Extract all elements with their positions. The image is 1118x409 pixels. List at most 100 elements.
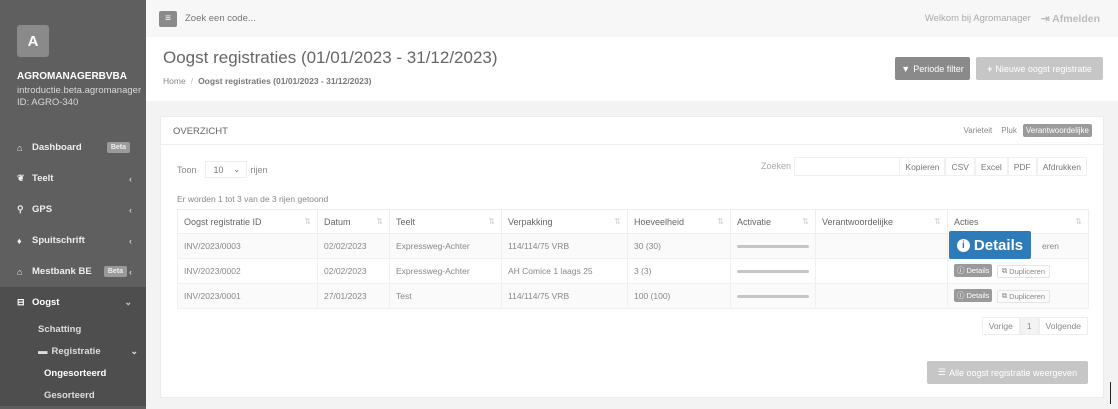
pdf-button[interactable]: PDF: [1007, 157, 1037, 176]
sort-icon: ⇅: [614, 217, 621, 226]
sidebar-item-label: Gesorteerd: [44, 389, 95, 401]
sidebar-item-label: Registratie: [51, 345, 101, 357]
table-header-row: Oogst registratie ID ⇅ Datum ⇅ Teelt ⇅ Verp…: [177, 209, 1089, 234]
column-header-hoeveelheid[interactable]: Hoeveelheid ⇅: [627, 209, 731, 234]
column-header-datum[interactable]: Datum ⇅: [317, 209, 390, 234]
cell-verpakking: AH Comice 1 laags 25: [501, 258, 628, 284]
duplicate-button-partial[interactable]: eren: [1042, 241, 1059, 251]
column-header-id[interactable]: Oogst registratie ID ⇅: [177, 209, 318, 234]
info-icon: ⓘ: [957, 266, 965, 276]
tab-pluk[interactable]: Pluk: [998, 124, 1020, 137]
cell-hoeveelheid: 30 (30): [627, 233, 731, 259]
pagination-previous[interactable]: Vorige: [981, 317, 1020, 335]
sidebar-item-gps[interactable]: ⚲ GPS ‹: [0, 194, 146, 225]
sort-icon: ⇅: [1075, 217, 1082, 226]
cell-hoeveelheid: 100 (100): [627, 283, 731, 309]
sidebar-item-label: Oogst: [32, 297, 60, 308]
top-bar: ≡ Welkom bij Agromanager ⇥ Afmelden: [146, 0, 1118, 37]
pagination-page-1[interactable]: 1: [1019, 317, 1039, 335]
column-header-teelt[interactable]: Teelt ⇅: [389, 209, 502, 234]
cell-activatie: [730, 258, 816, 284]
chevron-left-icon: ‹: [129, 173, 132, 184]
activation-bar: [737, 269, 809, 273]
code-search-input[interactable]: [185, 13, 385, 24]
cell-activatie: [730, 233, 816, 259]
pagination-next[interactable]: Volgende: [1038, 317, 1088, 335]
column-label: Oogst registratie ID: [184, 216, 262, 227]
cell-teelt: Expressweg-Achter: [389, 258, 502, 284]
sidebar-item-oogst[interactable]: ⊟ Oogst ⌄: [0, 287, 146, 318]
csv-button[interactable]: CSV: [945, 157, 975, 176]
details-button[interactable]: ⓘ Details: [954, 289, 993, 303]
sidebar-item-dashboard[interactable]: ⌂ Dashboard Beta: [0, 132, 146, 163]
cell-verantwoordelijke: [815, 283, 948, 309]
sidebar-item-ongesorteerd[interactable]: Ongesorteerd: [0, 362, 146, 384]
activation-bar: [737, 294, 809, 298]
breadcrumb-home[interactable]: Home: [163, 76, 186, 86]
page-title: Oogst registraties (01/01/2023 - 31/12/2…: [163, 48, 498, 67]
leaf-icon: ❦: [17, 173, 25, 183]
details-button-highlight[interactable]: i Details: [949, 231, 1031, 259]
sidebar-item-registratie[interactable]: ▬ Registratie ⌄: [0, 340, 146, 362]
details-label: Details: [966, 291, 990, 301]
sort-icon: ⇅: [488, 217, 495, 226]
view-tabs: Varieteit Pluk Verantwoordelijke: [961, 124, 1092, 137]
text-cursor: [1110, 382, 1111, 404]
sort-icon: ⇅: [304, 217, 311, 226]
chevron-left-icon: ‹: [129, 266, 132, 277]
logout-label: Afmelden: [1052, 12, 1100, 25]
sidebar-item-mestbank[interactable]: ⌂ Mestbank BE Beta ‹: [0, 256, 146, 287]
cell-verpakking: 114/114/75 VRB: [501, 233, 628, 259]
sort-icon: ⇅: [934, 217, 941, 226]
page-size-control: Toon 10 ⌄ rijen: [177, 161, 268, 178]
hamburger-icon: ≡: [165, 13, 171, 24]
period-filter-label: Periode filter: [913, 63, 964, 74]
page-size-select[interactable]: 10 ⌄: [204, 161, 247, 178]
excel-button[interactable]: Excel: [974, 157, 1008, 176]
panel-title: OVERZICHT: [173, 126, 228, 137]
column-header-acties[interactable]: Acties ⇅: [947, 209, 1089, 234]
tab-varieteit[interactable]: Varieteit: [961, 124, 996, 137]
duplicate-button[interactable]: ⧉ Dupliceren: [996, 289, 1051, 303]
print-button[interactable]: Afdrukken: [1036, 157, 1087, 176]
menu-toggle-button[interactable]: ≡: [159, 10, 177, 27]
details-button[interactable]: ⓘ Details: [954, 264, 993, 278]
sidebar-item-spuitschrift[interactable]: ♦ Spuitschrift ‹: [0, 225, 146, 256]
company-id: ID: AGRO-340: [17, 97, 79, 108]
beta-badge: Beta: [103, 266, 127, 277]
duplicate-button[interactable]: ⧉ Dupliceren: [996, 264, 1051, 278]
copy-button[interactable]: Kopieren: [899, 157, 946, 176]
cell-id: INV/2023/0003: [177, 233, 318, 259]
tab-verantwoordelijke[interactable]: Verantwoordelijke: [1022, 124, 1092, 137]
column-header-verpakking[interactable]: Verpakking ⇅: [501, 209, 628, 234]
table-info: Er worden 1 tot 3 van de 3 rijen getoond: [177, 194, 329, 204]
sort-icon: ⇅: [802, 217, 809, 226]
column-header-verantwoordelijke[interactable]: Verantwoordelijke ⇅: [815, 209, 948, 234]
table-row: INV/2023/0002 02/02/2023 Expressweg-Acht…: [177, 258, 1089, 284]
sidebar-item-teelt[interactable]: ❦ Teelt ‹: [0, 163, 146, 194]
folder-open-icon: ▬: [38, 345, 48, 357]
avatar[interactable]: A: [17, 25, 49, 57]
column-header-activatie[interactable]: Activatie ⇅: [730, 209, 816, 234]
column-label: Activatie: [737, 216, 772, 227]
logout-link[interactable]: ⇥ Afmelden: [1041, 13, 1100, 25]
duplicate-label: Dupliceren: [1009, 291, 1046, 301]
show-all-registrations-button[interactable]: ☰ Alle oogst registratie weergeven: [927, 361, 1088, 384]
company-subtitle: introductie.beta.agromanager: [17, 85, 142, 96]
table-search-input[interactable]: [794, 157, 909, 176]
cell-acties: ⓘ Details ⧉ Dupliceren: [947, 258, 1089, 284]
sidebar-item-schatting[interactable]: Schatting: [0, 318, 146, 340]
map-marker-icon: ⚲: [17, 204, 24, 214]
cell-id: INV/2023/0001: [177, 283, 318, 309]
new-harvest-registration-button[interactable]: + Nieuwe oogst registratie: [976, 57, 1103, 80]
plus-icon: +: [987, 63, 993, 74]
copy-icon: ⧉: [1001, 266, 1008, 276]
sidebar-item-label: Mestbank BE: [32, 266, 92, 277]
cell-datum: 02/02/2023: [317, 258, 390, 284]
chevron-down-icon: ⌄: [130, 345, 138, 356]
details-label: Details: [966, 266, 990, 276]
cell-teelt: Expressweg-Achter: [389, 233, 502, 259]
cell-verantwoordelijke: [815, 258, 948, 284]
sidebar-item-gesorteerd[interactable]: Gesorteerd: [0, 384, 146, 406]
period-filter-button[interactable]: ▼ Periode filter: [895, 57, 970, 80]
